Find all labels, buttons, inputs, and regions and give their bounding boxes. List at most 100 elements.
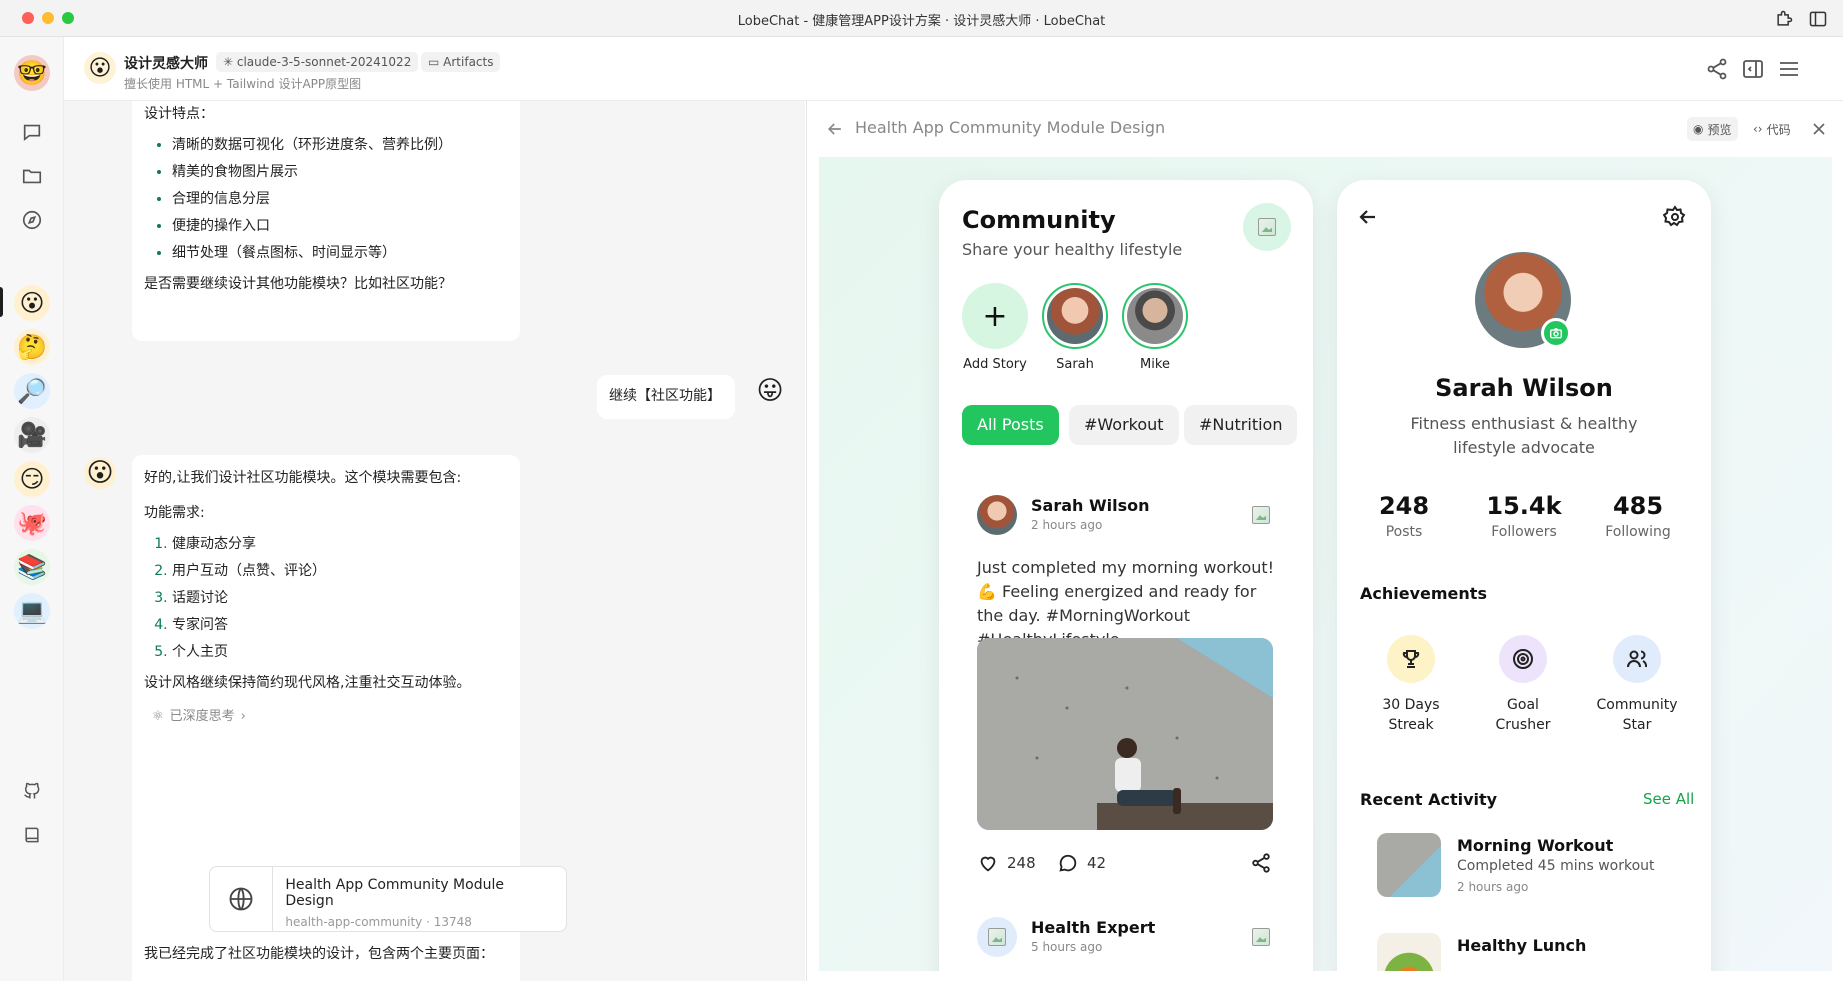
agent-avatar-smirk[interactable]: 😏 (14, 461, 50, 497)
chat-nav-button[interactable] (16, 116, 48, 148)
achievement-community[interactable]: Community Star (1587, 635, 1687, 735)
stat-value: 248 (1378, 492, 1430, 520)
window-title: LobeChat - 健康管理APP设计方案 · 设计灵感大师 · LobeCh… (737, 14, 1106, 29)
artifact-card[interactable]: Health App Community Module Design healt… (209, 866, 567, 932)
post-share-button[interactable] (1250, 852, 1272, 874)
agent-avatar-search[interactable]: 🔎 (14, 373, 50, 409)
settings-icon[interactable] (1663, 205, 1687, 229)
story-mike[interactable]: Mike (1122, 283, 1188, 372)
activity-title[interactable]: Morning Workout (1457, 836, 1613, 855)
thinking-toggle[interactable]: ⚛ 已深度思考 › (152, 703, 508, 730)
achievement-label-line2: Star (1622, 717, 1652, 733)
list-item: 便捷的操作入口 (172, 213, 508, 240)
like-button[interactable]: 248 (977, 852, 1036, 874)
stat-value: 485 (1612, 492, 1664, 520)
model-tag-label: claude-3-5-sonnet-20241022 (236, 55, 412, 69)
preview-tab-label: 预览 (1707, 122, 1732, 137)
broken-image-icon (1252, 928, 1270, 946)
agent-avatar-thinking[interactable]: 🤔 (14, 329, 50, 365)
activity-thumbnail[interactable] (1377, 833, 1441, 897)
story-label: Sarah (1056, 357, 1094, 372)
activity-subtitle: Completed 45 mins workout (1457, 858, 1655, 874)
post-menu-button[interactable] (1252, 506, 1270, 528)
code-tab[interactable]: ‹› 代码 (1747, 117, 1797, 141)
activity-title[interactable]: Healthy Lunch (1457, 936, 1586, 955)
post-author-name[interactable]: Health Expert (1031, 918, 1155, 937)
list-item: 用户互动（点赞、评论） (172, 558, 508, 585)
agent-avatar-camera[interactable]: 🎥 (14, 417, 50, 453)
folder-icon (22, 169, 42, 184)
model-tag[interactable]: ✳ claude-3-5-sonnet-20241022 (216, 52, 419, 72)
docs-button[interactable] (16, 819, 48, 851)
plus-icon: + (962, 283, 1028, 349)
list-item: 个人主页 (172, 639, 508, 666)
agent-avatar[interactable]: 😮 (84, 52, 116, 84)
story-sarah[interactable]: Sarah (1042, 283, 1108, 372)
menu-icon[interactable] (1777, 57, 1801, 81)
achievement-label-line2: Crusher (1495, 717, 1551, 733)
chip-nutrition[interactable]: #Nutrition (1184, 405, 1298, 445)
github-button[interactable] (16, 775, 48, 807)
thinking-label: 已深度思考 (169, 709, 235, 724)
profile-screen: Sarah Wilson Fitness enthusiast & health… (1337, 180, 1711, 971)
sidebar-toggle-icon[interactable] (1808, 9, 1828, 29)
post-author-name[interactable]: Sarah Wilson (1031, 496, 1150, 515)
recent-activity-heading: Recent Activity (1360, 790, 1498, 809)
post-menu-button[interactable] (1252, 928, 1270, 950)
close-icon[interactable] (1809, 119, 1829, 139)
artifacts-tag[interactable]: ▭ Artifacts (421, 52, 501, 72)
achievement-streak[interactable]: 30 Days Streak (1361, 635, 1461, 735)
comment-button[interactable]: 42 (1057, 852, 1106, 874)
activity-time: 2 hours ago (1457, 880, 1529, 894)
story-label: Mike (1140, 357, 1170, 372)
assistant-message-1: 设计特点： 清晰的数据可视化（环形进度条、营养比例） 精美的食物图片展示 合理的… (132, 101, 520, 341)
artifact-title: Health App Community Module Design (285, 877, 504, 909)
stat-followers[interactable]: 15.4k Followers (1469, 492, 1579, 540)
code-tab-label: 代码 (1766, 122, 1791, 137)
panel-header: Health App Community Module Design ◉ 预览 ‹… (807, 101, 1843, 157)
story-label: Add Story (963, 357, 1027, 372)
assistant-message-avatar[interactable]: 😮 (84, 457, 116, 489)
files-nav-button[interactable] (16, 160, 48, 192)
user-message-text: 继续【社区功能】 (609, 388, 721, 404)
notification-button[interactable] (1243, 203, 1291, 251)
user-avatar[interactable]: 🤓 (14, 55, 50, 91)
story-add[interactable]: + Add Story (962, 283, 1028, 372)
target-icon (1513, 649, 1533, 669)
agent-name: 设计灵感大师 (124, 56, 208, 72)
achievement-label-line1: Community (1596, 697, 1678, 713)
list-item: 健康动态分享 (172, 531, 508, 558)
change-photo-button[interactable] (1541, 318, 1571, 348)
agent-avatar-laptop[interactable]: 💻 (14, 593, 50, 629)
discover-nav-button[interactable] (16, 204, 48, 236)
chat-area: 设计特点： 清晰的数据可视化（环形进度条、营养比例） 精美的食物图片展示 合理的… (64, 101, 805, 981)
arrow-left-icon[interactable] (825, 119, 845, 139)
panel-toggle-icon[interactable] (1741, 57, 1765, 81)
stat-posts[interactable]: 248 Posts (1349, 492, 1459, 540)
chip-workout[interactable]: #Workout (1069, 405, 1179, 445)
post-image[interactable] (977, 638, 1273, 830)
agent-avatar-design-master[interactable]: 😮 (14, 285, 50, 321)
share-icon[interactable] (1705, 57, 1729, 81)
share-icon (1252, 853, 1270, 873)
extensions-icon[interactable] (1774, 9, 1794, 29)
stat-following[interactable]: 485 Following (1583, 492, 1693, 540)
list-item: 话题讨论 (172, 585, 508, 612)
post-author-avatar[interactable] (977, 495, 1017, 535)
user-message-avatar[interactable]: 😛 (754, 375, 786, 407)
agent-avatar-octopus[interactable]: 🐙 (14, 505, 50, 541)
preview-tab[interactable]: ◉ 预览 (1687, 117, 1738, 141)
window-titlebar: LobeChat - 健康管理APP设计方案 · 设计灵感大师 · LobeCh… (0, 0, 1843, 37)
achievement-goal[interactable]: Goal Crusher (1473, 635, 1573, 735)
comment-icon (1059, 854, 1077, 872)
arrow-left-icon[interactable] (1356, 205, 1380, 229)
heart-icon (980, 856, 996, 872)
agent-avatar-books[interactable]: 📚 (14, 549, 50, 585)
profile-name: Sarah Wilson (1435, 374, 1613, 402)
chip-all-posts[interactable]: All Posts (962, 405, 1059, 445)
see-all-link[interactable]: See All (1643, 790, 1694, 808)
community-screen: Community Share your healthy lifestyle +… (939, 180, 1313, 971)
story-avatar (1047, 288, 1103, 344)
activity-thumbnail[interactable] (1377, 933, 1441, 971)
post-author-avatar[interactable] (977, 917, 1017, 957)
